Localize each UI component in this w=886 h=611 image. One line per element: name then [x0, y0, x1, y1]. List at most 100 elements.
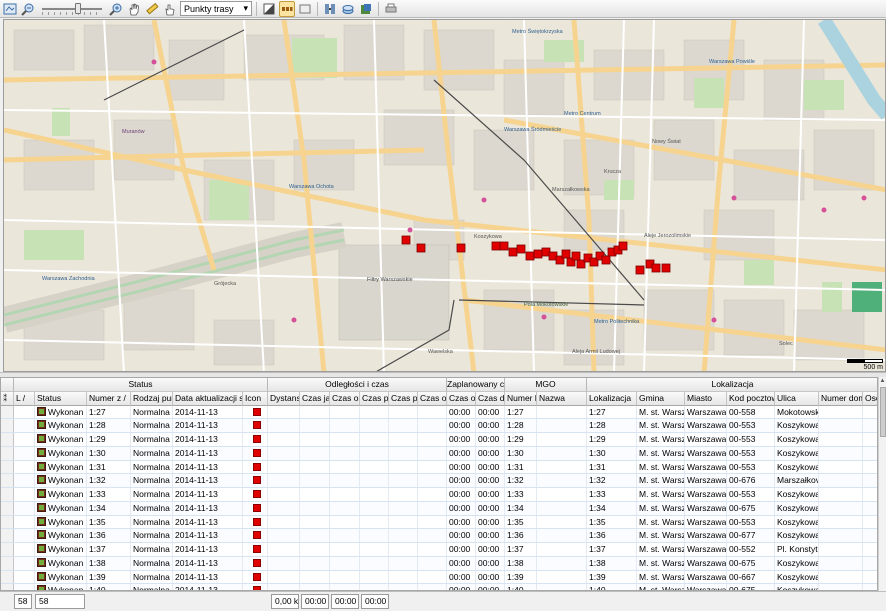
group-header-distance-time[interactable]: Odległości i czas	[268, 378, 447, 392]
layers-icon[interactable]	[340, 1, 356, 17]
map-view[interactable]: Muranów Metro Świętokrzyska Warszawa Śró…	[3, 19, 886, 372]
view-mode-2-icon[interactable]	[279, 0, 295, 17]
cell-ulica: Koszykowa	[775, 501, 819, 515]
zoom-out-icon[interactable]	[20, 1, 36, 17]
column-header[interactable]: Lokalizacja	[587, 391, 637, 406]
table-row[interactable]: Wykonan 1:37 Normalna 2014-11-13 00:00 00:00 1…	[1, 543, 877, 557]
layer-select[interactable]: Punkty trasy ▾	[180, 1, 252, 16]
cell-lokalizacja-text: 1:34	[589, 502, 606, 513]
export-icon[interactable]	[358, 1, 374, 17]
grid-vertical-scrollbar[interactable]: ▲	[878, 377, 886, 591]
pan-hand-icon[interactable]	[126, 1, 142, 17]
column-header[interactable]: Numer dom	[819, 391, 863, 406]
view-mode-1-icon[interactable]	[261, 1, 277, 17]
cell-status-text: Wykonan	[48, 489, 84, 499]
route-point-icon	[253, 517, 261, 526]
cell-czas-d-text: 00:00	[478, 544, 500, 554]
select-hand-icon[interactable]	[162, 1, 178, 17]
view-mode-3-icon[interactable]	[297, 1, 313, 17]
table-row[interactable]: Wykonan 1:32 Normalna 2014-11-13 00:00 00:00 1…	[1, 474, 877, 488]
table-row[interactable]: Wykonan 1:33 Normalna 2014-11-13 00:00 00:00 1…	[1, 488, 877, 502]
cell-empty	[360, 570, 389, 584]
table-row[interactable]: Wykonan 1:40 Normalna 2014-11-13 00:00 00:00 1…	[1, 584, 877, 590]
column-header[interactable]: Gmina	[637, 391, 685, 406]
cell-numer-k: 1:34	[505, 501, 537, 515]
zoom-slider-thumb[interactable]	[75, 2, 82, 14]
table-row[interactable]: Wykonan 1:38 Normalna 2014-11-13 00:00 00:00 1…	[1, 556, 877, 571]
column-header[interactable]: Czas o	[418, 391, 447, 406]
table-row[interactable]: Wykonan 1:34 Normalna 2014-11-13 00:00 00:00 1…	[1, 501, 877, 516]
cell-rodzaj: Normalna	[131, 543, 173, 556]
column-header[interactable]: Czas p	[360, 391, 389, 406]
cell-rodzaj-text: Normalna	[133, 530, 170, 541]
zoom-in-icon[interactable]	[108, 1, 124, 17]
cell-kod: 00-553	[727, 446, 775, 460]
table-row[interactable]: Wykonan 1:36 Normalna 2014-11-13 00:00 00:00 1…	[1, 529, 877, 543]
table-row[interactable]: Wykonan 1:35 Normalna 2014-11-13 00:00 00:00 1…	[1, 515, 877, 530]
cell-numer: 1:29	[87, 433, 131, 446]
print-icon[interactable]	[383, 1, 399, 17]
table-row[interactable]: Wykonan 1:27 Normalna 2014-11-13 00:00 00:00 1…	[1, 405, 877, 420]
table-row[interactable]: Wykonan 1:30 Normalna 2014-11-13 00:00 00:00 1…	[1, 446, 877, 461]
zoom-slider[interactable]	[40, 2, 104, 16]
cell-empty	[389, 584, 418, 590]
cell-rodzaj-text: Normalna	[133, 461, 170, 472]
column-header[interactable]: Icon	[243, 391, 268, 406]
table-row[interactable]: Wykonan 1:29 Normalna 2014-11-13 00:00 00:00 1…	[1, 433, 877, 447]
column-header[interactable]: Czas pr	[389, 391, 418, 406]
cell-status-text: Wykonan	[48, 557, 84, 568]
column-header[interactable]: Czas ja	[300, 391, 330, 406]
scrollbar-thumb[interactable]	[880, 387, 886, 437]
group-header-planned[interactable]: Zaplanowany c	[447, 378, 505, 392]
column-header[interactable]: Czas d	[476, 391, 505, 406]
cell-empty	[418, 446, 447, 460]
cell-numer-text: 1:37	[89, 544, 106, 554]
chevron-down-icon: ▾	[243, 3, 248, 13]
cell-ulica-text: Koszykowa	[777, 557, 819, 568]
column-header[interactable]: Dystans	[268, 391, 300, 406]
table-row[interactable]: Wykonan 1:28 Normalna 2014-11-13 00:00 00:00 1…	[1, 419, 877, 433]
column-header[interactable]: L /	[14, 391, 35, 406]
column-header[interactable]: Czas o	[447, 391, 476, 406]
cell-oso	[863, 488, 877, 501]
cell-data-text: 2014-11-13	[175, 447, 218, 458]
row-indicator-header[interactable]: ⁑	[1, 391, 14, 406]
ruler-icon[interactable]	[144, 1, 160, 17]
column-header[interactable]: Czas o	[330, 391, 360, 406]
table-row[interactable]: Wykonan 1:31 Normalna 2014-11-13 00:00 00:00 1…	[1, 460, 877, 475]
cell-kod-text: 00-553	[729, 434, 756, 444]
cell-l	[14, 501, 35, 515]
map-layers-icon[interactable]	[2, 1, 18, 17]
column-header[interactable]: Ulica	[775, 391, 819, 406]
column-header[interactable]: Oso	[863, 391, 877, 406]
map-label: Grójecka	[214, 281, 237, 287]
cell-empty	[360, 543, 389, 556]
column-header[interactable]: Miasto	[685, 391, 727, 406]
route-icon[interactable]	[322, 1, 338, 17]
cell-numer-text: 1:39	[89, 571, 106, 582]
cell-miasto: Warszawa	[685, 529, 727, 542]
table-row[interactable]: Wykonan 1:39 Normalna 2014-11-13 00:00 00:00 1…	[1, 570, 877, 585]
column-header[interactable]: Kod pocztow	[727, 391, 775, 406]
column-header[interactable]: Nazwa	[537, 391, 587, 406]
cell-numer-k-text: 1:30	[507, 447, 524, 458]
column-header[interactable]: Data aktualizacji sta	[173, 391, 243, 406]
cell-nazwa	[537, 529, 587, 542]
group-header-mgo[interactable]: MGO	[505, 378, 587, 392]
cell-numer: 1:27	[87, 405, 131, 419]
group-header-location[interactable]: Lokalizacja	[587, 378, 877, 392]
cell-lokalizacja-text: 1:36	[589, 530, 606, 541]
cell-czas-o-text: 00:00	[449, 447, 471, 458]
cell-rodzaj: Normalna	[131, 474, 173, 487]
cell-rodzaj: Normalna	[131, 570, 173, 584]
group-header-status[interactable]: Status	[14, 378, 268, 392]
column-header[interactable]: Status	[35, 391, 87, 406]
cell-lokalizacja-text: 1:27	[589, 406, 606, 417]
column-header[interactable]: Numer k	[505, 391, 537, 406]
cell-ulica-text: Koszykowa	[777, 571, 819, 582]
column-header[interactable]: Rodzaj pun	[131, 391, 173, 406]
column-header[interactable]: Numer z /	[87, 391, 131, 406]
scroll-up-icon[interactable]: ▲	[879, 377, 886, 385]
cell-empty	[360, 556, 389, 570]
cell-lokalizacja-text: 1:28	[589, 420, 606, 431]
